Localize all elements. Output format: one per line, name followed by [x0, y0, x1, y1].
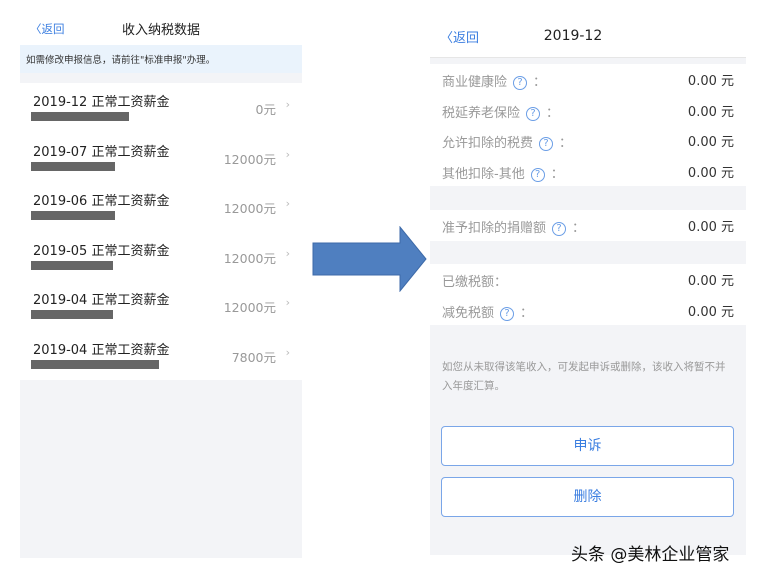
tax-paid-group: 已缴税额： 0.00 元减免税额?： 0.00 元 [430, 264, 746, 325]
help-icon[interactable]: ? [513, 76, 528, 90]
colon: ： [494, 275, 508, 290]
item-name: 2019-04 正常工资薪金 [33, 342, 170, 358]
chevron-right-icon: › [285, 147, 290, 161]
redacted-mask [31, 260, 113, 270]
list-item[interactable]: 2019-12 正常工资薪金 0元 › [20, 83, 302, 133]
income-detail-screen: 〈返回 2019-12 商业健康险?： 0.00 元税延养老保险?： 0.00 … [430, 15, 746, 555]
row-value: 0.00 元 [687, 274, 734, 289]
help-icon[interactable]: ? [500, 306, 515, 321]
label-text: 减免税额 [442, 305, 495, 321]
row-label: 商业健康险? ： [442, 71, 546, 90]
list-item[interactable]: 2019-04 正常工资薪金 7800元 › [20, 331, 302, 381]
help-icon[interactable]: ? [552, 222, 567, 236]
detail-row: 税延养老保险? ： 0.00 元 [430, 95, 746, 126]
watermark: 头条 @美林企业管家 [571, 545, 730, 565]
header: 〈返回 2019-12 [430, 15, 746, 58]
label-text: 允许扣除的税费 [442, 136, 534, 151]
colon: ： [546, 105, 560, 121]
redacted-mask [31, 310, 113, 319]
donation-group: 准予扣除的捐赠额? ： 0.00 元 [430, 210, 746, 241]
item-name: 2019-12 正常工资薪金 [33, 95, 170, 110]
label-text: 税延养老保险 [442, 105, 521, 121]
page-title: 2019-12 [543, 28, 603, 44]
row-label: 已缴税额： [442, 271, 507, 290]
detail-row: 减免税额? ： 0.00 元 [430, 295, 746, 326]
label-text: 其他扣除-其他 [442, 166, 525, 182]
row-value: 0.00 元 [687, 165, 734, 181]
detail-row: 准予扣除的捐赠额? ： 0.00 元 [430, 210, 746, 241]
deduction-group: 商业健康险?： 0.00 元税延养老保险?： 0.00 元允许扣除的税费?： 0… [430, 64, 746, 186]
income-list: 2019-12 正常工资薪金 0元 › 2019-07 正常工资薪金 12000元… [20, 83, 302, 380]
row-label: 其他扣除-其他? ： [442, 163, 564, 182]
colon: ： [559, 136, 573, 151]
row-value: 0.00 元 [687, 135, 734, 150]
redacted-mask [31, 161, 115, 171]
colon: ： [533, 75, 547, 90]
row-value: 0.00 元 [687, 304, 734, 320]
help-icon[interactable]: ? [530, 167, 545, 182]
row-label: 准予扣除的捐赠额? ： [442, 217, 585, 236]
chevron-right-icon: › [285, 197, 290, 210]
income-list-screen: 〈返回 收入纳税数据 如需修改申报信息，请前往"标准申报"办理。 2019-12… [20, 12, 302, 558]
redacted-mask [31, 359, 159, 369]
item-amount: 12000元 [223, 201, 276, 216]
row-value: 0.00 元 [687, 74, 734, 89]
appeal-button[interactable]: 申诉 [441, 426, 734, 466]
row-value: 0.00 元 [687, 220, 734, 235]
row-label: 税延养老保险? ： [442, 102, 559, 121]
list-item[interactable]: 2019-05 正常工资薪金 12000元 › [20, 232, 302, 282]
list-item[interactable]: 2019-04 正常工资薪金 12000元 › [20, 281, 302, 331]
detail-row: 其他扣除-其他? ： 0.00 元 [430, 156, 746, 187]
help-icon[interactable]: ? [539, 137, 554, 151]
notice-banner: 如需修改申报信息，请前往"标准申报"办理。 [20, 45, 302, 73]
appeal-note: 如您从未取得该笔收入，可发起申诉或删除，该收入将暂不并入年度汇算。 [442, 361, 726, 392]
item-amount: 12000元 [223, 250, 276, 266]
arrow-right-icon [312, 226, 427, 292]
detail-row: 允许扣除的税费? ： 0.00 元 [430, 125, 746, 156]
chevron-right-icon: › [285, 345, 290, 359]
redacted-mask [31, 211, 115, 220]
colon: ： [520, 305, 534, 321]
detail-row: 商业健康险? ： 0.00 元 [430, 64, 746, 95]
item-amount: 12000元 [223, 300, 276, 315]
colon: ： [550, 166, 564, 182]
item-name: 2019-05 正常工资薪金 [33, 243, 170, 259]
chevron-right-icon: › [285, 246, 290, 260]
page-title: 收入纳税数据 [121, 23, 200, 38]
colon: ： [572, 221, 586, 236]
item-amount: 0元 [255, 102, 276, 117]
label-text: 商业健康险 [442, 75, 508, 90]
help-icon[interactable]: ? [526, 106, 541, 121]
item-amount: 12000元 [223, 151, 276, 167]
item-name: 2019-06 正常工资薪金 [33, 194, 170, 209]
label-text: 已缴税额 [442, 275, 495, 290]
delete-button[interactable]: 删除 [441, 477, 734, 517]
list-item[interactable]: 2019-07 正常工资薪金 12000元 › [20, 133, 302, 183]
item-name: 2019-07 正常工资薪金 [33, 144, 170, 160]
redacted-mask [31, 112, 129, 121]
row-label: 允许扣除的税费? ： [442, 132, 572, 151]
item-name: 2019-04 正常工资薪金 [33, 293, 170, 308]
row-value: 0.00 元 [687, 104, 734, 120]
chevron-right-icon: › [285, 98, 290, 111]
row-label: 减免税额? ： [442, 302, 533, 321]
detail-row: 已缴税额： 0.00 元 [430, 264, 746, 295]
item-amount: 7800元 [231, 349, 276, 365]
label-text: 准予扣除的捐赠额 [442, 221, 547, 236]
chevron-right-icon: › [285, 296, 290, 309]
header: 〈返回 收入纳税数据 [20, 12, 302, 45]
list-item[interactable]: 2019-06 正常工资薪金 12000元 › [20, 182, 302, 232]
